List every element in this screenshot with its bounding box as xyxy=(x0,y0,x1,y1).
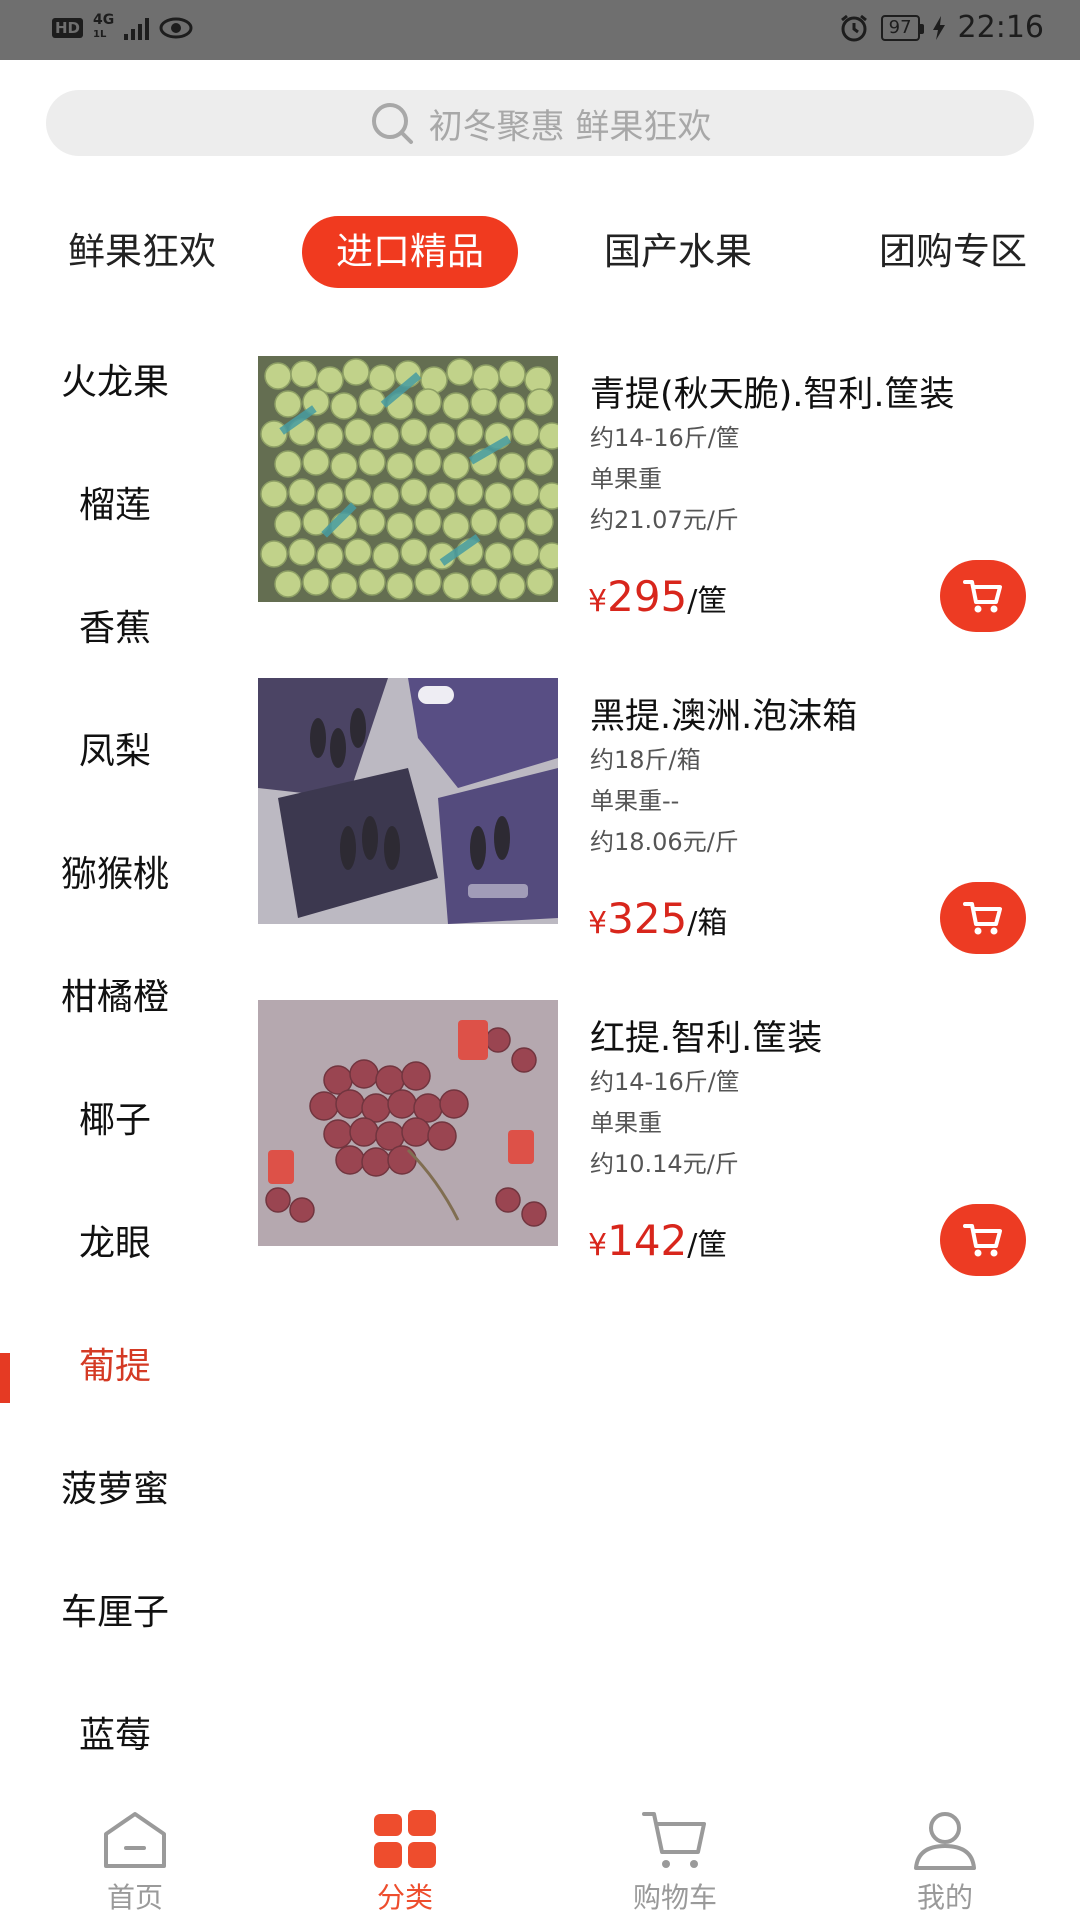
nav-label: 首页 xyxy=(106,1881,163,1914)
product-fruit-weight: 单果重 xyxy=(590,465,662,493)
product-image-black-grapes[interactable] xyxy=(258,678,558,924)
search-icon xyxy=(371,103,413,144)
add-to-cart-button[interactable] xyxy=(940,560,1026,632)
cart-icon xyxy=(642,1812,706,1868)
sidebar-item-jackfruit[interactable]: 菠萝蜜 xyxy=(0,1440,230,1540)
sidebar-item-citrus[interactable]: 柑橘橙 xyxy=(0,948,230,1048)
clock-time: 22:16 xyxy=(957,10,1044,45)
product-fruit-weight: 单果重 xyxy=(590,1109,662,1137)
product-name[interactable]: 青提(秋天脆).智利.筐装 xyxy=(590,366,955,417)
product-price: ¥295/筐 xyxy=(588,572,728,621)
charging-icon xyxy=(932,15,945,40)
product-name[interactable]: 红提.智利.筐装 xyxy=(590,1010,822,1061)
product-spec: 约14-16斤/筐 xyxy=(590,424,740,452)
product-price: ¥142/筐 xyxy=(588,1216,728,1265)
tab-domestic-fruit[interactable]: 国产水果 xyxy=(588,216,768,288)
product-card[interactable]: 红提.智利.筐装 约14-16斤/筐 单果重 约10.14元/斤 ¥142/筐 xyxy=(258,1000,1058,1276)
product-unit-price: 约21.07元/斤 xyxy=(590,506,739,534)
cart-icon xyxy=(963,1224,1002,1257)
search-placeholder: 初冬聚惠 鲜果狂欢 xyxy=(428,106,712,147)
sidebar-item-durian[interactable]: 榴莲 xyxy=(0,456,230,556)
nav-label: 我的 xyxy=(916,1881,973,1914)
bottom-nav: 首页 分类 购物车 我的 xyxy=(0,1790,1080,1920)
sidebar-item-kiwi[interactable]: 猕猴桃 xyxy=(0,825,230,925)
category-tabs: 鲜果狂欢 进口精品 国产水果 团购专区 xyxy=(0,212,1080,292)
nav-label: 分类 xyxy=(376,1881,433,1914)
sidebar-item-pineapple[interactable]: 凤梨 xyxy=(0,702,230,802)
tab-group-buy[interactable]: 团购专区 xyxy=(858,216,1048,288)
hd-indicator: HD xyxy=(52,17,84,38)
add-to-cart-button[interactable] xyxy=(940,882,1026,954)
home-icon xyxy=(104,1812,166,1868)
nav-category[interactable]: 分类 xyxy=(305,1790,505,1920)
product-spec: 约14-16斤/筐 xyxy=(590,1068,740,1096)
sidebar-item-longan[interactable]: 龙眼 xyxy=(0,1194,230,1294)
add-to-cart-button[interactable] xyxy=(940,1204,1026,1276)
status-bar: HD 4G 1L 97 22:16 xyxy=(0,0,1080,60)
sidebar-item-cherries[interactable]: 车厘子 xyxy=(0,1563,230,1663)
sidebar-item-banana[interactable]: 香蕉 xyxy=(0,579,230,679)
product-spec: 约18斤/箱 xyxy=(590,746,701,774)
product-price: ¥325/箱 xyxy=(588,894,728,943)
sidebar-item-grapes[interactable]: 葡提 xyxy=(0,1317,230,1417)
profile-icon xyxy=(914,1812,976,1870)
nav-profile[interactable]: 我的 xyxy=(845,1790,1045,1920)
eye-icon xyxy=(159,17,193,38)
signal-icon xyxy=(124,16,150,40)
sidebar-item-coconut[interactable]: 椰子 xyxy=(0,1071,230,1171)
tab-fresh-fruit-carnival[interactable]: 鲜果狂欢 xyxy=(52,216,232,288)
nav-label: 购物车 xyxy=(632,1881,717,1914)
battery-indicator: 97 xyxy=(880,14,924,41)
sidebar-item-dragon-fruit[interactable]: 火龙果 xyxy=(0,333,230,433)
nav-home[interactable]: 首页 xyxy=(35,1790,235,1920)
product-card[interactable]: 黑提.澳洲.泡沫箱 约18斤/箱 单果重-- 约18.06元/斤 ¥325/箱 xyxy=(258,678,1058,954)
cart-icon xyxy=(963,580,1002,613)
product-card[interactable]: 青提(秋天脆).智利.筐装 约14-16斤/筐 单果重 约21.07元/斤 ¥2… xyxy=(258,356,1058,632)
sidebar-item-blueberry[interactable]: 蓝莓 xyxy=(0,1686,230,1786)
category-icon xyxy=(374,1810,436,1868)
product-image-green-grapes[interactable] xyxy=(258,356,558,602)
product-name[interactable]: 黑提.澳洲.泡沫箱 xyxy=(590,688,857,739)
search-bar[interactable]: 初冬聚惠 鲜果狂欢 xyxy=(46,90,1034,156)
product-unit-price: 约18.06元/斤 xyxy=(590,828,739,856)
nav-cart[interactable]: 购物车 xyxy=(575,1790,775,1920)
product-fruit-weight: 单果重-- xyxy=(590,787,680,815)
product-unit-price: 约10.14元/斤 xyxy=(590,1150,739,1178)
product-image-red-grapes[interactable] xyxy=(258,1000,558,1246)
alarm-icon xyxy=(840,14,867,41)
network-indicator: 4G 1L xyxy=(93,12,115,40)
tab-imported-selection[interactable]: 进口精品 xyxy=(302,216,518,288)
cart-icon xyxy=(963,902,1002,935)
